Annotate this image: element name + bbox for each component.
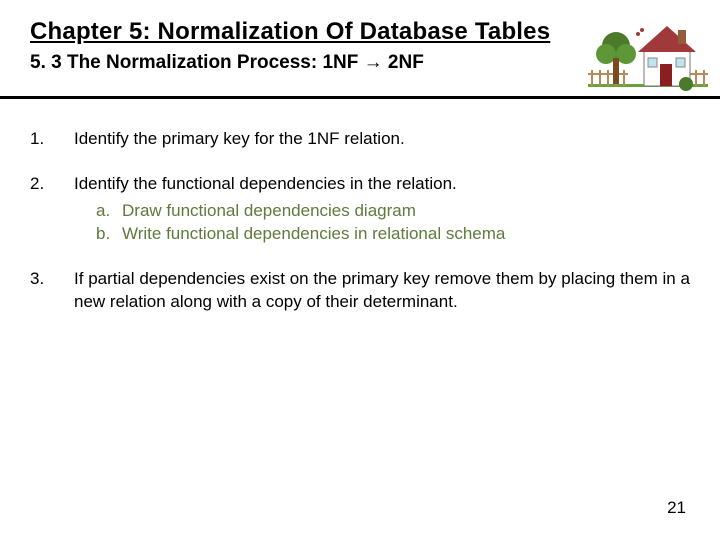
sublist-text: Draw functional dependencies diagram (122, 200, 416, 223)
slide-page: Chapter 5: Normalization Of Database Tab… (0, 0, 720, 540)
list-text: Identify the functional dependencies in … (74, 173, 690, 246)
sublist-item: a. Draw functional dependencies diagram (96, 200, 690, 223)
sublist-letter: a. (96, 200, 122, 223)
subtitle-suffix: 2NF (383, 52, 424, 73)
page-number: 21 (667, 498, 686, 518)
list-number: 1. (30, 128, 74, 151)
horizontal-rule (0, 96, 720, 99)
sublist-item: b. Write functional dependencies in rela… (96, 223, 690, 246)
subtitle-prefix: 5. 3 The Normalization Process: 1NF (30, 52, 364, 73)
list-text-main: Identify the functional dependencies in … (74, 174, 457, 193)
header: Chapter 5: Normalization Of Database Tab… (30, 18, 690, 74)
sublist: a. Draw functional dependencies diagram … (74, 200, 690, 246)
sublist-text: Write functional dependencies in relatio… (122, 223, 505, 246)
list-item: 2. Identify the functional dependencies … (30, 173, 690, 246)
list-item: 1. Identify the primary key for the 1NF … (30, 128, 690, 151)
section-subtitle: 5. 3 The Normalization Process: 1NF → 2N… (30, 52, 690, 74)
list-text: If partial dependencies exist on the pri… (74, 268, 690, 314)
arrow-icon: → (364, 52, 383, 73)
list-item: 3. If partial dependencies exist on the … (30, 268, 690, 314)
list-text: Identify the primary key for the 1NF rel… (74, 128, 690, 151)
list-number: 3. (30, 268, 74, 291)
list-number: 2. (30, 173, 74, 196)
numbered-list: 1. Identify the primary key for the 1NF … (30, 128, 690, 336)
chapter-title: Chapter 5: Normalization Of Database Tab… (30, 18, 690, 46)
sublist-letter: b. (96, 223, 122, 246)
